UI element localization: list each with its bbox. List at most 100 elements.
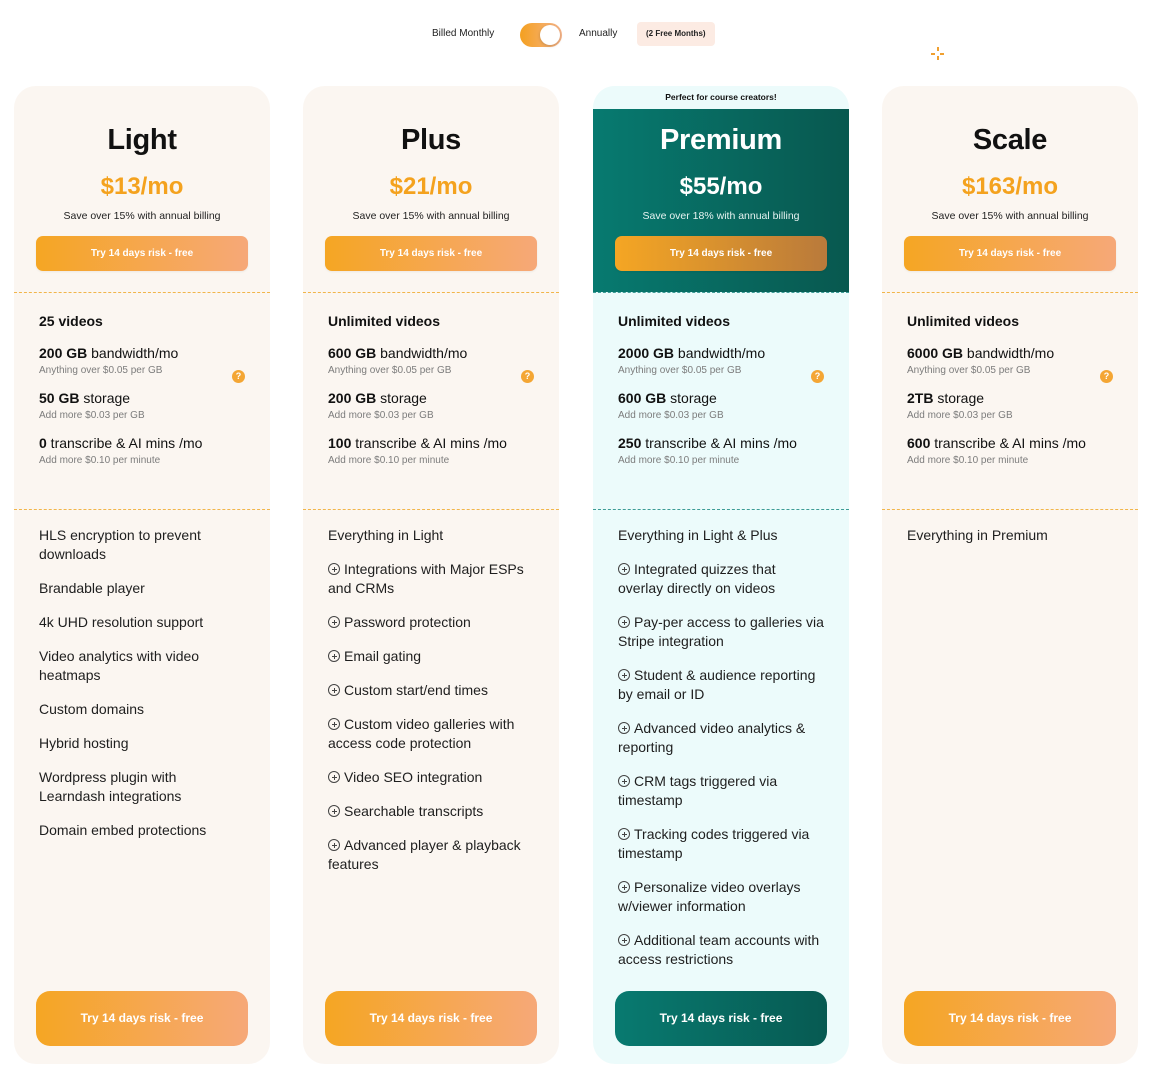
storage-unit: storage (79, 390, 131, 406)
transcribe-amount: 0 (39, 435, 47, 451)
storage-overage-note: Add more $0.03 per GB (907, 410, 1013, 421)
plus-circle-icon (328, 771, 340, 783)
feature-item: Custom domains (39, 700, 245, 719)
plus-circle-icon (618, 616, 630, 628)
feature-text: Domain embed protections (39, 822, 207, 838)
help-icon[interactable]: ? (232, 370, 245, 383)
feature-item: HLS encryption to prevent downloads (39, 526, 245, 564)
feature-text: Video SEO integration (344, 769, 483, 785)
bandwidth-label: 200 GB bandwidth/mo (39, 345, 245, 361)
transcribe-unit: transcribe & AI mins /mo (351, 435, 507, 451)
plan-name: Plus (400, 124, 462, 156)
storage-amount: 50 GB (39, 390, 80, 406)
transcribe-unit: transcribe & AI mins /mo (930, 435, 1086, 451)
plus-circle-icon (618, 828, 630, 840)
feature-item: CRM tags triggered via timestamp (618, 772, 824, 810)
transcribe-label: 100 transcribe & AI mins /mo (328, 435, 534, 451)
billing-toggle-bar: Billed Monthly Annually (2 Free Months) (0, 22, 1154, 48)
bandwidth-overage-note: Anything over $0.05 per GB (907, 365, 1031, 376)
feature-text: Student & audience reporting by email or… (618, 667, 816, 702)
feature-text: Personalize video overlays w/viewer info… (618, 879, 801, 914)
feature-item: Email gating (328, 647, 534, 666)
videos-count: Unlimited videos (618, 313, 731, 329)
try-free-button-bottom[interactable]: Try 14 days risk - free (36, 991, 248, 1046)
feature-item: Searchable transcripts (328, 802, 534, 821)
plus-circle-icon (618, 775, 630, 787)
transcribe-overage-note: Add more $0.10 per minute (618, 455, 740, 466)
feature-item: Tracking codes triggered via timestamp (618, 825, 824, 863)
feature-item: Domain embed protections (39, 821, 245, 840)
storage-amount: 200 GB (328, 390, 377, 406)
feature-item: Integrated quizzes that overlay directly… (618, 560, 824, 598)
feature-item: Integrations with Major ESPs and CRMs (328, 560, 534, 598)
plus-circle-icon (328, 805, 340, 817)
feature-text: Everything in Light & Plus (618, 527, 778, 543)
storage-unit: storage (933, 390, 985, 406)
storage-label: 200 GB storage (328, 390, 534, 406)
bandwidth-label: 600 GB bandwidth/mo (328, 345, 534, 361)
transcribe-limit: 100 transcribe & AI mins /mo Add more $0.… (328, 435, 534, 466)
bandwidth-amount: 2000 GB (618, 345, 675, 361)
transcribe-amount: 600 (907, 435, 931, 451)
plan-card-plus: Plus $21/mo Save over 15% with annual bill… (303, 86, 559, 1064)
billed-monthly-label[interactable]: Billed Monthly (432, 28, 494, 39)
videos-limit: Unlimited videos (907, 313, 1113, 329)
plan-card-scale: Scale $163/mo Save over 15% with annual bi… (882, 86, 1138, 1064)
help-icon[interactable]: ? (811, 370, 824, 383)
feature-text: Searchable transcripts (344, 803, 484, 819)
storage-unit: storage (376, 390, 427, 406)
transcribe-label: 250 transcribe & AI mins /mo (618, 435, 824, 451)
bandwidth-unit: bandwidth/mo (963, 345, 1055, 361)
transcribe-unit: transcribe & AI mins /mo (46, 435, 203, 451)
bandwidth-label: 6000 GB bandwidth/mo (907, 345, 1113, 361)
bandwidth-unit: bandwidth/mo (674, 345, 766, 361)
bandwidth-limit: 200 GB bandwidth/mo Anything over $0.05 p… (39, 345, 245, 383)
plan-header: Premium $55/mo Save over 18% with annual b… (593, 109, 849, 292)
feature-text: Custom video galleries with access code … (328, 716, 515, 751)
feature-item: Advanced video analytics & reporting (618, 719, 824, 757)
try-free-button-top[interactable]: Try 14 days risk - free (615, 236, 827, 271)
storage-limit: 2TB storage Add more $0.03 per GB (907, 390, 1113, 421)
try-free-button-top[interactable]: Try 14 days risk - free (325, 236, 537, 271)
transcribe-limit: 600 transcribe & AI mins /mo Add more $0.… (907, 435, 1113, 466)
annually-label[interactable]: Annually (579, 28, 617, 39)
feature-text: Everything in Light (328, 527, 444, 543)
storage-amount: 2TB (907, 390, 934, 406)
videos-count: 25 videos (39, 313, 103, 329)
recommended-ribbon: Perfect for course creators! (593, 86, 849, 109)
try-free-button-bottom[interactable]: Try 14 days risk - free (325, 991, 537, 1046)
bandwidth-limit: 6000 GB bandwidth/mo Anything over $0.05 … (907, 345, 1113, 383)
annual-savings-note: Save over 15% with annual billing (931, 210, 1089, 222)
transcribe-overage-note: Add more $0.10 per minute (907, 455, 1029, 466)
help-icon[interactable]: ? (521, 370, 534, 383)
bandwidth-amount: 200 GB (39, 345, 88, 361)
feature-text: Pay-per access to galleries via Stripe i… (618, 614, 824, 649)
try-free-button-top[interactable]: Try 14 days risk - free (904, 236, 1116, 271)
plan-price: $13/mo (100, 173, 184, 200)
plan-name: Scale (972, 124, 1048, 156)
bandwidth-unit: bandwidth/mo (376, 345, 468, 361)
feature-list: HLS encryption to prevent downloads Brand… (14, 510, 270, 840)
billing-toggle-switch[interactable] (520, 23, 562, 47)
plus-circle-icon (618, 881, 630, 893)
feature-text: Wordpress plugin with Learndash integrat… (39, 769, 182, 804)
feature-text: Everything in Premium (907, 527, 1048, 543)
feature-text: Integrated quizzes that overlay directly… (618, 561, 776, 596)
sparkle-icon (931, 47, 945, 61)
try-free-button-top[interactable]: Try 14 days risk - free (36, 236, 248, 271)
storage-limit: 50 GB storage Add more $0.03 per GB (39, 390, 245, 421)
transcribe-label: 0 transcribe & AI mins /mo (39, 435, 245, 451)
plan-price: $55/mo (679, 173, 763, 200)
toggle-knob (540, 25, 560, 45)
videos-count: Unlimited videos (907, 313, 1020, 329)
plan-limits: 25 videos 200 GB bandwidth/mo Anything ove… (14, 293, 270, 509)
videos-limit: 25 videos (39, 313, 245, 329)
feature-item: Pay-per access to galleries via Stripe i… (618, 613, 824, 651)
plus-circle-icon (328, 650, 340, 662)
feature-text: Brandable player (39, 580, 145, 596)
feature-item: Student & audience reporting by email or… (618, 666, 824, 704)
help-icon[interactable]: ? (1100, 370, 1113, 383)
plus-circle-icon (328, 839, 340, 851)
try-free-button-bottom[interactable]: Try 14 days risk - free (615, 991, 827, 1046)
try-free-button-bottom[interactable]: Try 14 days risk - free (904, 991, 1116, 1046)
